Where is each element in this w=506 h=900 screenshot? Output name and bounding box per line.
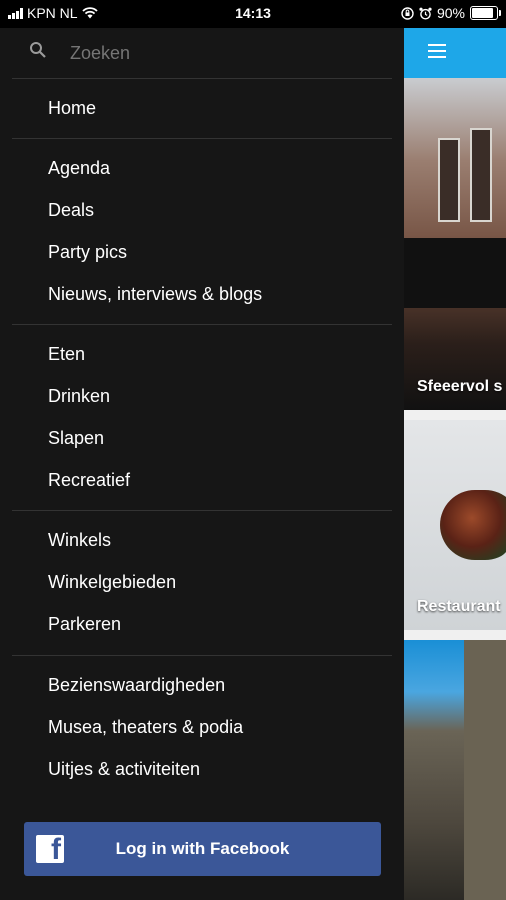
menu-divider — [12, 324, 392, 325]
facebook-login-button[interactable]: f Log in with Facebook — [24, 822, 381, 876]
menu-divider — [12, 655, 392, 656]
menu-item-drinken[interactable]: Drinken — [48, 378, 110, 414]
menu-item-slapen[interactable]: Slapen — [48, 420, 104, 456]
menu-item-news[interactable]: Nieuws, interviews & blogs — [48, 276, 262, 312]
menu-item-recreatief[interactable]: Recreatief — [48, 462, 130, 498]
content-card[interactable] — [404, 640, 506, 900]
main-content: Sfeeervol s Restaurant — [404, 28, 506, 900]
card-image-detail — [464, 640, 506, 900]
battery-percentage: 90% — [436, 5, 465, 21]
menu-divider — [12, 138, 392, 139]
search-bar — [0, 28, 404, 78]
menu-divider — [12, 510, 392, 511]
menu-icon[interactable] — [428, 44, 446, 58]
alarm-icon — [419, 7, 432, 19]
navigation-drawer: Home Agenda Deals Party pics Nieuws, int… — [0, 28, 404, 900]
card-image-detail — [470, 128, 492, 222]
menu-item-party-pics[interactable]: Party pics — [48, 234, 127, 270]
menu-item-uitjes[interactable]: Uitjes & activiteiten — [48, 751, 200, 787]
facebook-login-label: Log in with Facebook — [115, 839, 290, 858]
menu-item-eten[interactable]: Eten — [48, 336, 85, 372]
content-card[interactable]: Restaurant — [404, 420, 506, 630]
status-right: 90% — [401, 5, 501, 21]
orientation-lock-icon — [401, 6, 414, 20]
card-image-detail — [438, 138, 460, 222]
menu-item-winkels[interactable]: Winkels — [48, 522, 111, 558]
menu-item-winkelgebieden[interactable]: Winkelgebieden — [48, 564, 176, 600]
card-title: Restaurant — [417, 598, 501, 615]
battery-icon — [470, 6, 501, 20]
menu-item-deals[interactable]: Deals — [48, 192, 94, 228]
search-input[interactable] — [68, 39, 372, 67]
content-card[interactable]: Sfeeervol s — [404, 78, 506, 410]
menu-divider — [12, 78, 392, 79]
card-image-detail — [404, 238, 506, 308]
menu-item-home[interactable]: Home — [48, 90, 96, 126]
menu-item-musea[interactable]: Musea, theaters & podia — [48, 709, 243, 745]
status-bar: KPN NL 14:13 90% — [0, 0, 506, 28]
menu-item-bezienswaardigheden[interactable]: Bezienswaardigheden — [48, 667, 225, 703]
content-header — [404, 28, 506, 78]
card-title: Sfeeervol s — [417, 378, 503, 395]
menu-item-parkeren[interactable]: Parkeren — [48, 606, 121, 642]
menu-item-agenda[interactable]: Agenda — [48, 150, 110, 186]
card-image-detail — [440, 490, 506, 560]
search-icon — [30, 42, 46, 58]
